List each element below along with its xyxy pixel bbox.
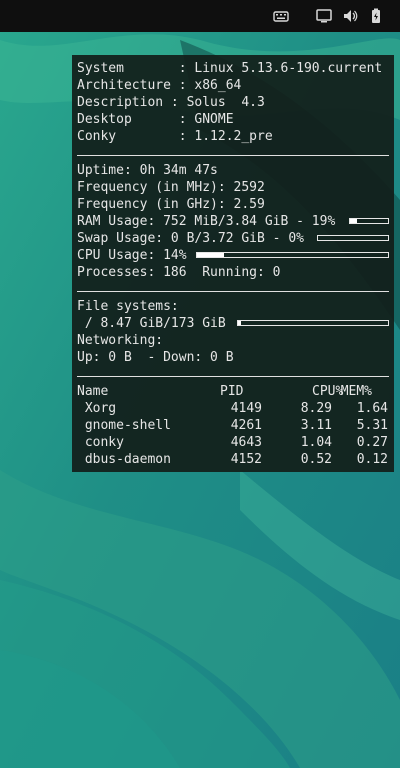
- description-line: Description : Solus 4.3: [77, 95, 265, 110]
- process-name: gnome-shell: [77, 418, 171, 433]
- system-line: System : Linux 5.13.6-190.current: [77, 61, 383, 76]
- process-header-mem: MEM%: [340, 384, 372, 399]
- process-mem: 0.27: [356, 435, 388, 450]
- volume-icon[interactable]: [341, 7, 359, 25]
- frequency-mhz-line: Frequency (in MHz): 2592: [77, 180, 265, 195]
- root-filesystem-bar-fill: [238, 321, 241, 325]
- filesystems-header: File systems:: [77, 299, 179, 314]
- networking-header: Networking:: [77, 333, 164, 348]
- process-mem: 1.64: [356, 401, 388, 416]
- keyboard-icon[interactable]: [272, 7, 290, 25]
- frequency-ghz-line: Frequency (in GHz): 2.59: [77, 197, 265, 212]
- ram-usage-bar: [349, 218, 389, 224]
- process-header-cpu: CPU%: [312, 384, 344, 399]
- root-filesystem-line: / 8.47 GiB/173 GiB: [77, 316, 226, 331]
- process-name: Xorg: [77, 401, 117, 416]
- process-mem: 0.12: [356, 452, 388, 467]
- desktop-line: Desktop : GNOME: [77, 112, 234, 127]
- conky-panel: System : Linux 5.13.6-190.current Archit…: [72, 55, 394, 472]
- swap-usage-line: Swap Usage: 0 B/3.72 GiB - 0%: [77, 231, 304, 246]
- battery-icon[interactable]: [367, 7, 385, 25]
- network-traffic-line: Up: 0 B - Down: 0 B: [77, 350, 234, 365]
- divider: [77, 376, 389, 377]
- process-cpu: 0.52: [300, 452, 332, 467]
- process-cpu: 3.11: [300, 418, 332, 433]
- processes-line: Processes: 186 Running: 0: [77, 265, 281, 280]
- process-pid: 4152: [230, 452, 262, 467]
- cpu-usage-line: CPU Usage: 14%: [77, 248, 187, 263]
- process-name: dbus-daemon: [77, 452, 171, 467]
- display-icon[interactable]: [315, 7, 333, 25]
- process-cpu: 1.04: [300, 435, 332, 450]
- cpu-usage-bar: [196, 252, 389, 258]
- process-pid: 4261: [230, 418, 262, 433]
- process-pid: 4643: [230, 435, 262, 450]
- process-mem: 5.31: [356, 418, 388, 433]
- process-header-pid: PID: [220, 384, 244, 399]
- process-header-name: Name: [77, 384, 109, 399]
- uptime-line: Uptime: 0h 34m 47s: [77, 163, 218, 178]
- top-panel: [0, 0, 400, 32]
- process-cpu: 8.29: [300, 401, 332, 416]
- cpu-usage-bar-fill: [197, 253, 224, 257]
- conky-version-line: Conky : 1.12.2_pre: [77, 129, 273, 144]
- ram-usage-bar-fill: [350, 219, 358, 223]
- process-pid: 4149: [230, 401, 262, 416]
- root-filesystem-bar: [237, 320, 389, 326]
- divider: [77, 155, 389, 156]
- process-name: conky: [77, 435, 124, 450]
- ram-usage-line: RAM Usage: 752 MiB/3.84 GiB - 19%: [77, 214, 336, 229]
- architecture-line: Architecture : x86_64: [77, 78, 242, 93]
- divider: [77, 291, 389, 292]
- swap-usage-bar: [317, 235, 389, 241]
